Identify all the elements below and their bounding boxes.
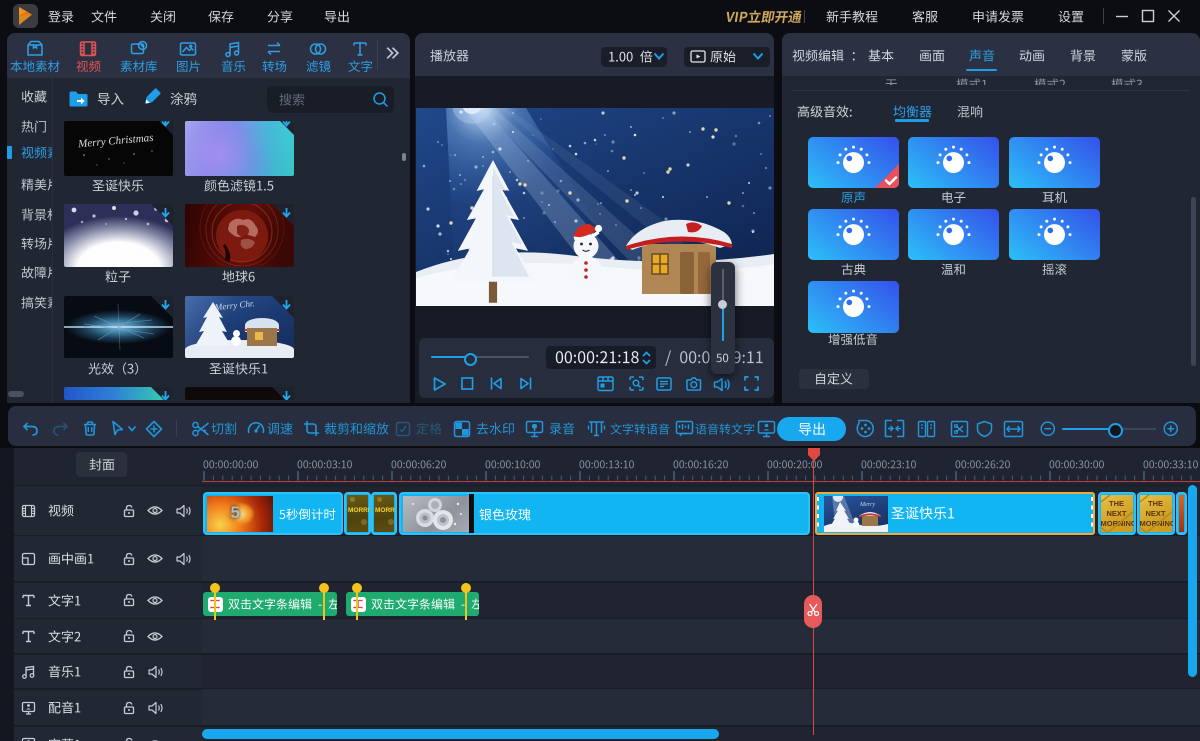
svg-text:Merry: Merry [859,502,875,508]
